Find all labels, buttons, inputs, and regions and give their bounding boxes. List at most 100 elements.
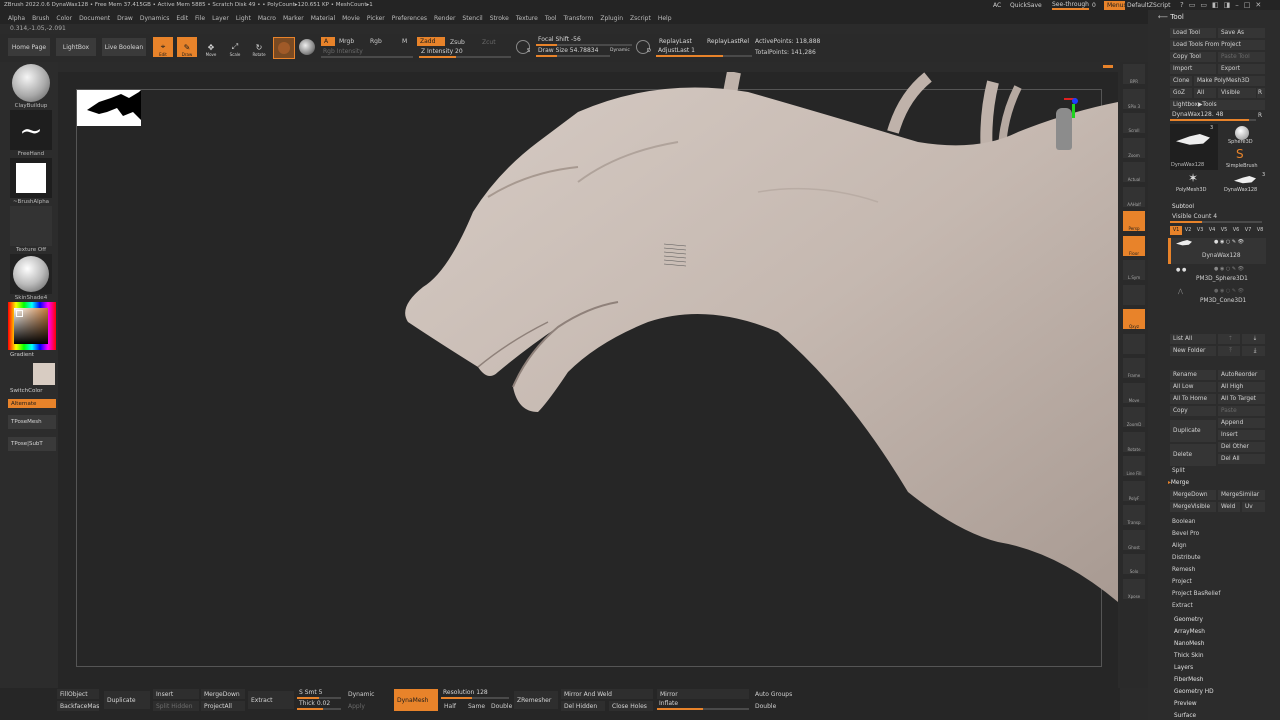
category-fibermesh[interactable]: FiberMesh bbox=[1174, 674, 1264, 686]
menu-transform[interactable]: Transform bbox=[563, 15, 593, 22]
section-distribute[interactable]: Distribute bbox=[1172, 552, 1262, 564]
tool-thumb-dynawax[interactable]: DynaWax128 3 bbox=[1170, 124, 1218, 170]
menu-file[interactable]: File bbox=[195, 15, 205, 22]
menu-dynamics[interactable]: Dynamics bbox=[140, 15, 170, 22]
rotate-mode-button[interactable]: ↻ Rotate bbox=[249, 37, 269, 57]
menu-texture[interactable]: Texture bbox=[516, 15, 538, 22]
shelf-icon-aahalf[interactable]: AAHalf bbox=[1123, 186, 1145, 207]
rename-button[interactable]: Rename bbox=[1170, 370, 1216, 380]
double-res-button[interactable]: Double bbox=[491, 703, 512, 710]
menu-document[interactable]: Document bbox=[79, 15, 110, 22]
category-geometry[interactable]: Geometry bbox=[1174, 614, 1264, 626]
mirror-and-weld-button[interactable]: Mirror And Weld bbox=[561, 689, 653, 699]
shelf-icon-blank[interactable] bbox=[1123, 333, 1145, 354]
rgb-intensity-slider[interactable]: Rgb Intensity bbox=[321, 48, 413, 58]
insert-subtool-button[interactable]: Insert bbox=[1218, 430, 1265, 440]
section-extract[interactable]: Extract bbox=[1172, 600, 1262, 612]
subtool-row-cone[interactable]: ⋀ ● ◉ ○ ✎ 👁 PM3D_Cone3D1 bbox=[1170, 288, 1266, 308]
minimize-icon[interactable]: – bbox=[1235, 1, 1239, 9]
shelf-icon-actual[interactable]: Actual bbox=[1123, 162, 1145, 182]
lightbox-tools-button[interactable]: Lightbox▶Tools bbox=[1170, 100, 1265, 110]
color-sphere-icon[interactable] bbox=[299, 39, 315, 55]
close-icon[interactable]: ✕ bbox=[1255, 1, 1261, 9]
zremesher-button[interactable]: ZRemesher bbox=[514, 691, 558, 709]
auto-groups-button[interactable]: Auto Groups bbox=[755, 691, 792, 698]
zsub-toggle[interactable]: Zsub bbox=[450, 39, 465, 46]
thick-slider[interactable]: Thick 0.02 bbox=[297, 700, 341, 710]
menu-movie[interactable]: Movie bbox=[342, 15, 360, 22]
tool-thumb-dynawax-2[interactable]: 3 DynaWax128 bbox=[1220, 172, 1266, 196]
layout-icon[interactable]: ◧ bbox=[1212, 1, 1219, 9]
menu-alpha[interactable]: Alpha bbox=[8, 15, 25, 22]
goz-r-button[interactable]: R bbox=[1257, 88, 1265, 98]
texture-selector[interactable]: Texture Off bbox=[8, 206, 54, 253]
paste-tool-button[interactable]: Paste Tool bbox=[1218, 52, 1265, 62]
color-picker[interactable] bbox=[8, 302, 56, 350]
shelf-icon-zoom[interactable]: Zoom bbox=[1123, 137, 1145, 158]
menu-color[interactable]: Color bbox=[56, 15, 72, 22]
duplicate-button[interactable]: Duplicate bbox=[104, 691, 150, 709]
shelf-icon-zoomd[interactable]: ZoomD bbox=[1123, 407, 1145, 427]
edit-mode-button[interactable]: ⌖ Edit bbox=[153, 37, 173, 57]
quicksave-button[interactable]: QuickSave bbox=[1010, 2, 1042, 9]
shelf-icon-bpr[interactable]: BPR bbox=[1123, 64, 1145, 84]
goz-visible-button[interactable]: Visible bbox=[1218, 88, 1256, 98]
tool-thumb-polymesh3d[interactable]: ✶ PolyMesh3D bbox=[1170, 172, 1218, 196]
goz-button[interactable]: GoZ bbox=[1170, 88, 1192, 98]
stroke-selector[interactable]: ~ FreeHand bbox=[8, 110, 54, 157]
move-up-icon[interactable]: ⇡ bbox=[1218, 334, 1240, 344]
half-button[interactable]: Half bbox=[444, 703, 456, 710]
vtab-v5[interactable]: V5 bbox=[1218, 226, 1230, 235]
alpha-selector[interactable]: ~BrushAlpha bbox=[8, 158, 54, 205]
vtab-v7[interactable]: V7 bbox=[1242, 226, 1254, 235]
duplicate-subtool-button[interactable]: Duplicate bbox=[1170, 420, 1216, 442]
weld-toggle[interactable]: Weld bbox=[1218, 502, 1240, 512]
menu-marker[interactable]: Marker bbox=[283, 15, 304, 22]
shelf-icon-spix-3[interactable]: SPix 3 bbox=[1123, 88, 1145, 109]
all-high-button[interactable]: All High bbox=[1218, 382, 1265, 392]
all-low-button[interactable]: All Low bbox=[1170, 382, 1216, 392]
zcut-toggle[interactable]: Zcut bbox=[482, 39, 496, 46]
menu-picker[interactable]: Picker bbox=[367, 15, 385, 22]
save-as-button[interactable]: Save As bbox=[1218, 28, 1265, 38]
section-align[interactable]: Align bbox=[1172, 540, 1262, 552]
shelf-icon-polyf[interactable]: PolyF bbox=[1123, 480, 1145, 501]
menu-draw[interactable]: Draw bbox=[117, 15, 133, 22]
tool-panel-title[interactable]: ⟵ Tool bbox=[1158, 13, 1184, 21]
goz-all-button[interactable]: All bbox=[1194, 88, 1216, 98]
switch-color-button[interactable]: SwitchColor bbox=[10, 388, 43, 394]
orientation-gizmo[interactable] bbox=[1052, 98, 1078, 156]
section-bevel-pro[interactable]: Bevel Pro bbox=[1172, 528, 1262, 540]
menu-light[interactable]: Light bbox=[236, 15, 251, 22]
extract-button[interactable]: Extract bbox=[248, 691, 294, 709]
shelf-icon-scroll[interactable]: Scroll bbox=[1123, 113, 1145, 133]
menu-layer[interactable]: Layer bbox=[212, 15, 229, 22]
move-mode-button[interactable]: ✥ Move bbox=[201, 37, 221, 57]
mergevisible-button[interactable]: MergeVisible bbox=[1170, 502, 1216, 512]
merge-section[interactable]: ▸Merge bbox=[1168, 480, 1189, 486]
layout-icon[interactable]: ▭ bbox=[1189, 1, 1196, 9]
same-button[interactable]: Same bbox=[468, 703, 485, 710]
move-bottom-icon[interactable]: ⤓ bbox=[1242, 346, 1265, 356]
mergedown-button[interactable]: MergeDown bbox=[1170, 490, 1216, 500]
resolution-slider[interactable]: Resolution 128 bbox=[441, 689, 509, 699]
menu-preferences[interactable]: Preferences bbox=[392, 15, 427, 22]
vtab-v1[interactable]: V1 bbox=[1170, 226, 1182, 235]
menu-render[interactable]: Render bbox=[434, 15, 455, 22]
scale-mode-button[interactable]: ⤢ Scale bbox=[225, 37, 245, 57]
shelf-icon-blank[interactable] bbox=[1123, 284, 1145, 305]
menu-material[interactable]: Material bbox=[311, 15, 335, 22]
move-top-icon[interactable]: ⤒ bbox=[1218, 346, 1240, 356]
close-holes-button[interactable]: Close Holes bbox=[609, 701, 653, 711]
category-thick-skin[interactable]: Thick Skin bbox=[1174, 650, 1264, 662]
subtool-row-dynawax[interactable]: ● ◉ ○ ✎ 👁 DynaWax128 bbox=[1168, 238, 1266, 264]
draw-mode-button[interactable]: ✎ Draw bbox=[177, 37, 197, 57]
shelf-icon-persp[interactable]: Persp bbox=[1123, 211, 1145, 231]
home-page-button[interactable]: Home Page bbox=[8, 38, 50, 56]
append-button[interactable]: Append bbox=[1218, 418, 1265, 428]
inflate-slider[interactable]: Inflate bbox=[657, 700, 749, 710]
tposemesh-button[interactable]: TPoseMesh bbox=[8, 415, 56, 429]
new-folder-button[interactable]: New Folder bbox=[1170, 346, 1216, 356]
menu-brush[interactable]: Brush bbox=[32, 15, 49, 22]
seethrough-slider[interactable]: See-through bbox=[1052, 1, 1089, 10]
